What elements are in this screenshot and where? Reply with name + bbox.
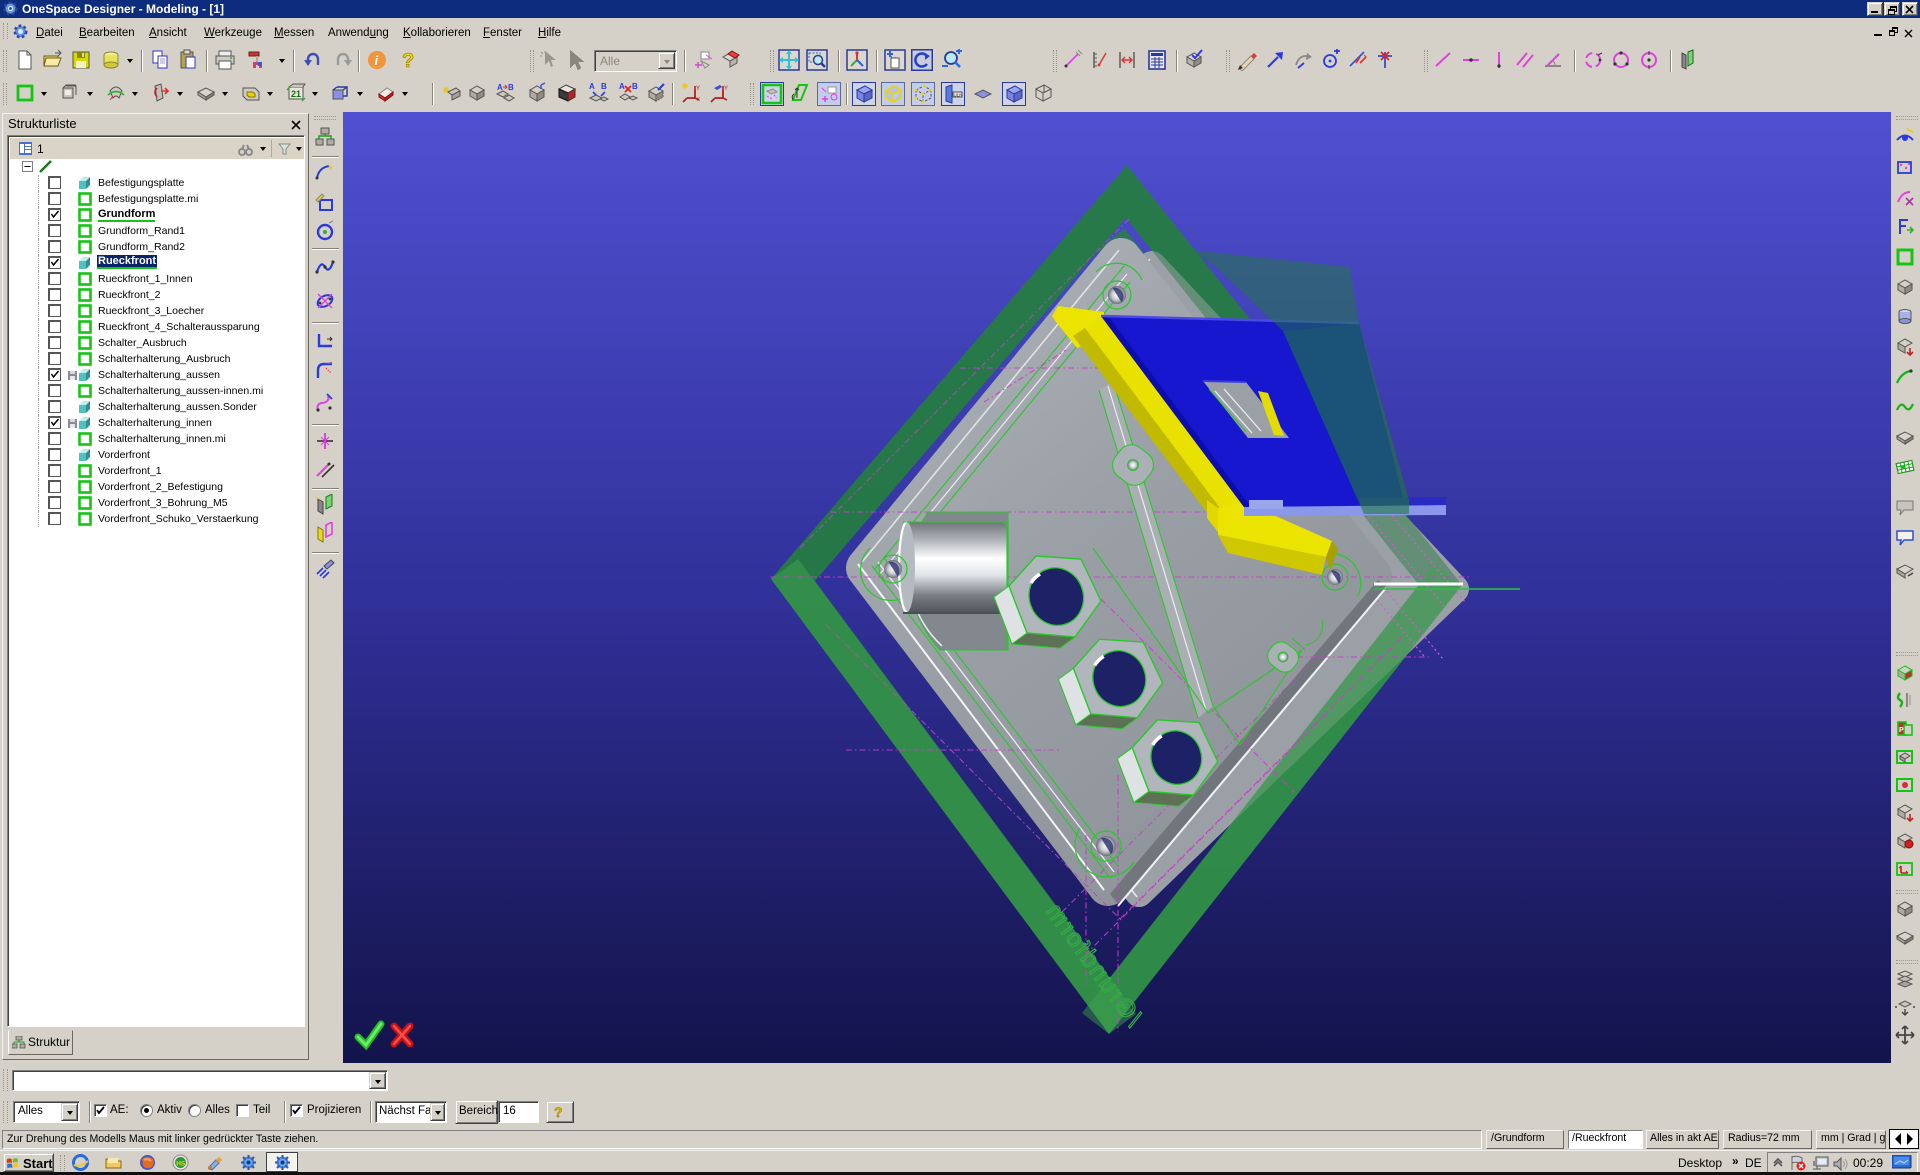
svg-text:Y: Y [696,86,700,92]
svg-text:?: ? [554,1104,563,1120]
svg-text:ULN: ULN [954,93,963,98]
svg-text:x: x [697,97,700,103]
svg-text:21: 21 [291,89,301,99]
svg-text:B: B [508,83,514,92]
svg-text:B: B [632,82,638,91]
svg-text:Y: Y [724,86,728,92]
svg-text:P: P [1899,727,1904,734]
svg-text:B: B [601,82,607,91]
svg-text:A: A [497,83,503,92]
svg-text:A: A [589,82,595,91]
svg-text:A: A [619,82,625,91]
svg-text:i: i [375,53,379,68]
svg-text:HS: HS [176,1161,186,1168]
svg-text:?: ? [402,50,414,71]
